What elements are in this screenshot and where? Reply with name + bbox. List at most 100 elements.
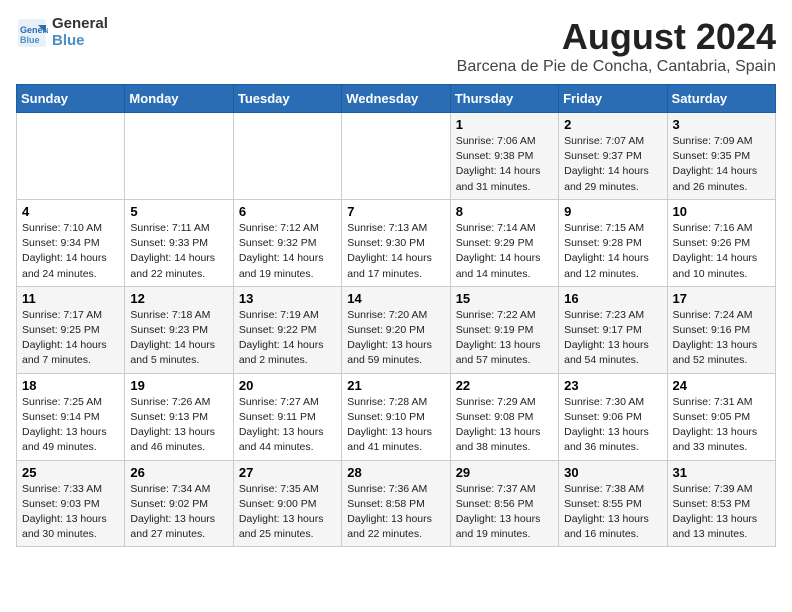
calendar-cell: 7 Sunrise: 7:13 AM Sunset: 9:30 PM Daylig… <box>342 199 450 286</box>
calendar-cell <box>125 113 233 200</box>
day-content: Sunrise: 7:26 AM Sunset: 9:13 PM Dayligh… <box>130 395 227 456</box>
calendar-week-row: 18 Sunrise: 7:25 AM Sunset: 9:14 PM Dayli… <box>17 373 776 460</box>
day-content: Sunrise: 7:33 AM Sunset: 9:03 PM Dayligh… <box>22 482 119 543</box>
day-number: 10 <box>673 204 770 219</box>
calendar-cell: 12Sunrise: 7:18 AM Sunset: 9:23 PM Dayli… <box>125 286 233 373</box>
day-number: 4 <box>22 204 119 219</box>
logo-text-general: General <box>52 16 108 33</box>
day-content: Sunrise: 7:27 AM Sunset: 9:11 PM Dayligh… <box>239 395 336 456</box>
calendar-cell: 8 Sunrise: 7:14 AM Sunset: 9:29 PM Daylig… <box>450 199 558 286</box>
day-number: 6 <box>239 204 336 219</box>
day-number: 13 <box>239 291 336 306</box>
page-header: General Blue General Blue August 2024 Ba… <box>16 16 776 76</box>
day-content: Sunrise: 7:25 AM Sunset: 9:14 PM Dayligh… <box>22 395 119 456</box>
day-number: 23 <box>564 378 661 393</box>
calendar-cell: 24 Sunrise: 7:31 AM Sunset: 9:05 PM Dayli… <box>667 373 775 460</box>
day-content: Sunrise: 7:14 AM Sunset: 9:29 PM Dayligh… <box>456 221 553 282</box>
calendar-cell: 16Sunrise: 7:23 AM Sunset: 9:17 PM Dayli… <box>559 286 667 373</box>
day-number: 7 <box>347 204 444 219</box>
calendar-cell: 19Sunrise: 7:26 AM Sunset: 9:13 PM Dayli… <box>125 373 233 460</box>
weekday-header-tuesday: Tuesday <box>233 85 341 113</box>
logo-icon: General Blue <box>16 17 48 49</box>
logo-text-blue: Blue <box>52 33 108 50</box>
calendar-cell: 31 Sunrise: 7:39 AM Sunset: 8:53 PM Dayli… <box>667 460 775 547</box>
calendar-cell: 17 Sunrise: 7:24 AM Sunset: 9:16 PM Dayli… <box>667 286 775 373</box>
day-number: 1 <box>456 117 553 132</box>
calendar-cell: 20 Sunrise: 7:27 AM Sunset: 9:11 PM Dayli… <box>233 373 341 460</box>
weekday-header-friday: Friday <box>559 85 667 113</box>
day-content: Sunrise: 7:39 AM Sunset: 8:53 PM Dayligh… <box>673 482 770 543</box>
calendar-cell: 28Sunrise: 7:36 AM Sunset: 8:58 PM Dayli… <box>342 460 450 547</box>
calendar-cell: 6 Sunrise: 7:12 AM Sunset: 9:32 PM Daylig… <box>233 199 341 286</box>
calendar-cell: 10Sunrise: 7:16 AM Sunset: 9:26 PM Dayli… <box>667 199 775 286</box>
svg-text:Blue: Blue <box>20 35 40 45</box>
day-number: 22 <box>456 378 553 393</box>
calendar-cell: 11Sunrise: 7:17 AM Sunset: 9:25 PM Dayli… <box>17 286 125 373</box>
day-content: Sunrise: 7:13 AM Sunset: 9:30 PM Dayligh… <box>347 221 444 282</box>
weekday-header-saturday: Saturday <box>667 85 775 113</box>
day-number: 30 <box>564 465 661 480</box>
weekday-header-sunday: Sunday <box>17 85 125 113</box>
day-number: 24 <box>673 378 770 393</box>
day-content: Sunrise: 7:29 AM Sunset: 9:08 PM Dayligh… <box>456 395 553 456</box>
weekday-header-row: SundayMondayTuesdayWednesdayThursdayFrid… <box>17 85 776 113</box>
calendar-cell: 13 Sunrise: 7:19 AM Sunset: 9:22 PM Dayli… <box>233 286 341 373</box>
calendar-cell: 26 Sunrise: 7:34 AM Sunset: 9:02 PM Dayli… <box>125 460 233 547</box>
day-content: Sunrise: 7:37 AM Sunset: 8:56 PM Dayligh… <box>456 482 553 543</box>
day-number: 2 <box>564 117 661 132</box>
calendar-cell: 18 Sunrise: 7:25 AM Sunset: 9:14 PM Dayli… <box>17 373 125 460</box>
title-block: August 2024 Barcena de Pie de Concha, Ca… <box>457 16 776 76</box>
calendar-cell <box>17 113 125 200</box>
calendar-cell: 21 Sunrise: 7:28 AM Sunset: 9:10 PM Dayli… <box>342 373 450 460</box>
day-number: 17 <box>673 291 770 306</box>
calendar-cell: 29 Sunrise: 7:37 AM Sunset: 8:56 PM Dayli… <box>450 460 558 547</box>
calendar-cell: 14 Sunrise: 7:20 AM Sunset: 9:20 PM Dayli… <box>342 286 450 373</box>
day-content: Sunrise: 7:15 AM Sunset: 9:28 PM Dayligh… <box>564 221 661 282</box>
day-number: 26 <box>130 465 227 480</box>
day-number: 15 <box>456 291 553 306</box>
day-content: Sunrise: 7:07 AM Sunset: 9:37 PM Dayligh… <box>564 134 661 195</box>
day-content: Sunrise: 7:31 AM Sunset: 9:05 PM Dayligh… <box>673 395 770 456</box>
day-number: 11 <box>22 291 119 306</box>
day-content: Sunrise: 7:09 AM Sunset: 9:35 PM Dayligh… <box>673 134 770 195</box>
day-content: Sunrise: 7:23 AM Sunset: 9:17 PM Dayligh… <box>564 308 661 369</box>
day-content: Sunrise: 7:38 AM Sunset: 8:55 PM Dayligh… <box>564 482 661 543</box>
day-content: Sunrise: 7:18 AM Sunset: 9:23 PM Dayligh… <box>130 308 227 369</box>
day-number: 21 <box>347 378 444 393</box>
day-number: 31 <box>673 465 770 480</box>
logo: General Blue General Blue <box>16 16 108 49</box>
calendar-table: SundayMondayTuesdayWednesdayThursdayFrid… <box>16 84 776 547</box>
day-content: Sunrise: 7:34 AM Sunset: 9:02 PM Dayligh… <box>130 482 227 543</box>
day-content: Sunrise: 7:11 AM Sunset: 9:33 PM Dayligh… <box>130 221 227 282</box>
day-content: Sunrise: 7:19 AM Sunset: 9:22 PM Dayligh… <box>239 308 336 369</box>
calendar-cell: 2 Sunrise: 7:07 AM Sunset: 9:37 PM Daylig… <box>559 113 667 200</box>
day-content: Sunrise: 7:12 AM Sunset: 9:32 PM Dayligh… <box>239 221 336 282</box>
day-number: 14 <box>347 291 444 306</box>
calendar-week-row: 1 Sunrise: 7:06 AM Sunset: 9:38 PM Daylig… <box>17 113 776 200</box>
calendar-cell: 9Sunrise: 7:15 AM Sunset: 9:28 PM Daylig… <box>559 199 667 286</box>
day-content: Sunrise: 7:20 AM Sunset: 9:20 PM Dayligh… <box>347 308 444 369</box>
day-content: Sunrise: 7:10 AM Sunset: 9:34 PM Dayligh… <box>22 221 119 282</box>
calendar-cell: 3 Sunrise: 7:09 AM Sunset: 9:35 PM Daylig… <box>667 113 775 200</box>
calendar-week-row: 25Sunrise: 7:33 AM Sunset: 9:03 PM Dayli… <box>17 460 776 547</box>
day-number: 29 <box>456 465 553 480</box>
day-content: Sunrise: 7:24 AM Sunset: 9:16 PM Dayligh… <box>673 308 770 369</box>
calendar-cell: 1 Sunrise: 7:06 AM Sunset: 9:38 PM Daylig… <box>450 113 558 200</box>
calendar-cell: 15 Sunrise: 7:22 AM Sunset: 9:19 PM Dayli… <box>450 286 558 373</box>
calendar-week-row: 11Sunrise: 7:17 AM Sunset: 9:25 PM Dayli… <box>17 286 776 373</box>
day-content: Sunrise: 7:35 AM Sunset: 9:00 PM Dayligh… <box>239 482 336 543</box>
calendar-cell: 5Sunrise: 7:11 AM Sunset: 9:33 PM Daylig… <box>125 199 233 286</box>
day-number: 27 <box>239 465 336 480</box>
calendar-cell <box>342 113 450 200</box>
day-number: 20 <box>239 378 336 393</box>
day-content: Sunrise: 7:28 AM Sunset: 9:10 PM Dayligh… <box>347 395 444 456</box>
day-number: 3 <box>673 117 770 132</box>
calendar-cell: 25Sunrise: 7:33 AM Sunset: 9:03 PM Dayli… <box>17 460 125 547</box>
day-content: Sunrise: 7:22 AM Sunset: 9:19 PM Dayligh… <box>456 308 553 369</box>
day-number: 18 <box>22 378 119 393</box>
calendar-cell: 27 Sunrise: 7:35 AM Sunset: 9:00 PM Dayli… <box>233 460 341 547</box>
day-content: Sunrise: 7:06 AM Sunset: 9:38 PM Dayligh… <box>456 134 553 195</box>
day-number: 8 <box>456 204 553 219</box>
day-number: 28 <box>347 465 444 480</box>
weekday-header-thursday: Thursday <box>450 85 558 113</box>
